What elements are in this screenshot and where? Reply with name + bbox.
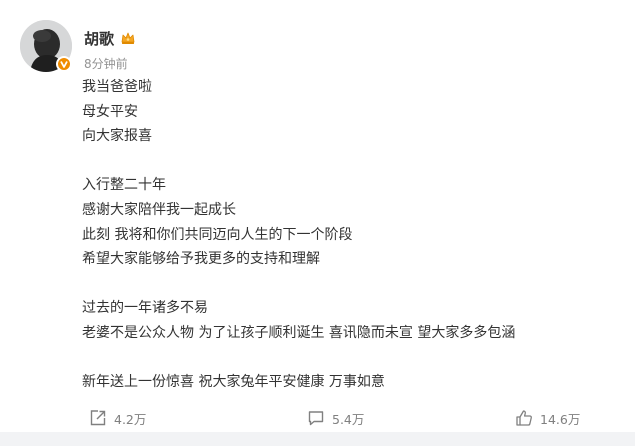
repost-icon bbox=[90, 410, 106, 426]
post-line: 老婆不是公众人物 为了让孩子顺利诞生 喜讯隐而未宣 望大家多多包涵 bbox=[82, 324, 516, 341]
verified-v-icon bbox=[56, 56, 72, 72]
post-timestamp[interactable]: 8分钟前 bbox=[84, 55, 136, 72]
post-header: 胡歌 8分钟前 bbox=[84, 27, 136, 72]
post-line: 过去的一年诸多不易 bbox=[82, 300, 208, 317]
avatar-container[interactable] bbox=[20, 20, 72, 72]
post-line: 入行整二十年 bbox=[82, 177, 166, 194]
post-line: 我当爸爸啦 bbox=[82, 79, 152, 95]
like-count: 14.6万 bbox=[540, 411, 581, 427]
thumbs-up-icon bbox=[516, 410, 532, 426]
post-content: 我当爸爸啦 母女平安 向大家报喜 入行整二十年 感谢大家陪伴我一起成长 此刻 我… bbox=[82, 75, 612, 395]
like-button[interactable]: 14.6万 bbox=[515, 405, 580, 431]
repost-count: 4.2万 bbox=[114, 411, 147, 427]
comment-icon bbox=[308, 411, 324, 426]
post-line: 感谢大家陪伴我一起成长 bbox=[82, 201, 236, 218]
post-line: 此刻 我将和你们共同迈向人生的下一个阶段 bbox=[82, 226, 353, 243]
repost-button[interactable]: 4.2万 bbox=[89, 405, 146, 431]
action-bar: 4.2万 5.4万 14.6万 bbox=[0, 405, 635, 431]
comment-button[interactable]: 5.4万 bbox=[307, 405, 364, 431]
post-line: 希望大家能够给予我更多的支持和理解 bbox=[82, 251, 320, 268]
post-line: 母女平安 bbox=[82, 103, 138, 120]
post-line: 向大家报喜 bbox=[82, 128, 152, 145]
crown-icon[interactable] bbox=[120, 30, 136, 46]
comment-count: 5.4万 bbox=[332, 411, 365, 427]
card-divider bbox=[0, 432, 635, 446]
author-name[interactable]: 胡歌 bbox=[84, 28, 114, 49]
name-row: 胡歌 bbox=[84, 27, 136, 49]
weibo-post-card: 胡歌 8分钟前 我当爸爸啦 母女平安 向大家报喜 入行整二十年 感谢大家陪伴我一… bbox=[0, 0, 635, 446]
post-line: 新年送上一份惊喜 祝大家兔年平安健康 万事如意 bbox=[82, 374, 385, 391]
